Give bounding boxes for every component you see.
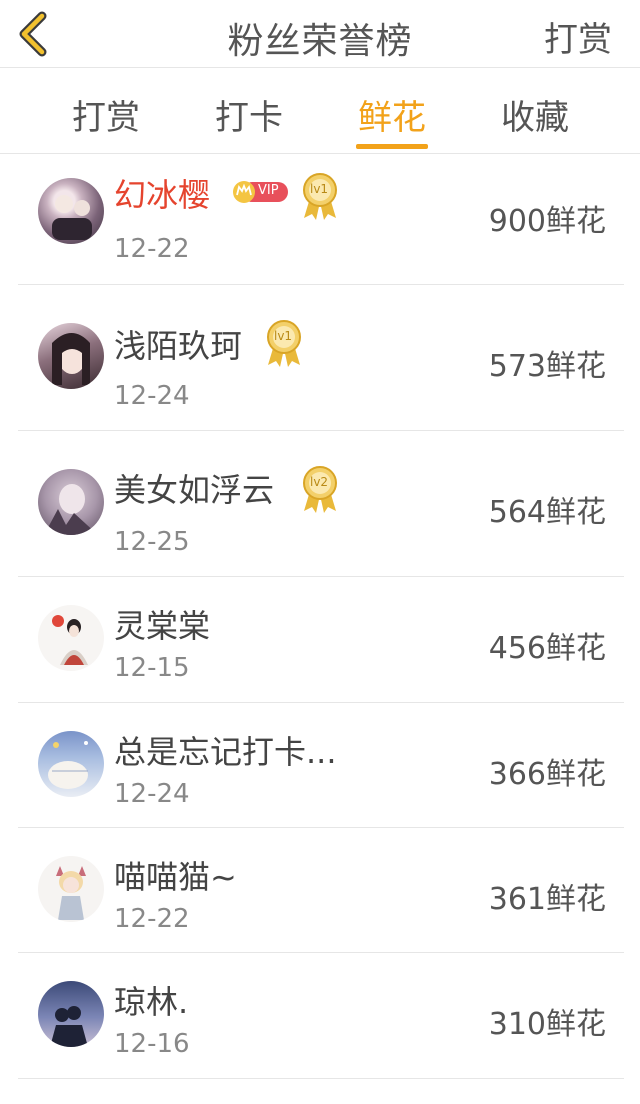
level-label: lv1 [310,182,329,196]
tab-bar: 打赏 打卡 鲜花 收藏 [0,68,640,154]
vip-label: VIP [258,183,279,198]
flower-count: 310鲜花 [488,1007,606,1042]
user-name[interactable]: 美女如浮云 [114,465,274,511]
level-medal: lv2 [300,465,340,519]
avatar [38,856,104,922]
date-label: 12-22 [114,904,190,934]
list-item[interactable]: 灵棠棠 12-15 456鲜花 [0,577,640,703]
user-name[interactable]: 总是忘记打卡... [114,727,337,773]
date-label: 12-22 [114,234,190,264]
user-name[interactable]: 琼林. [114,977,188,1023]
avatar [38,605,104,671]
date-label: 12-25 [114,527,190,557]
avatar [38,323,104,389]
level-label: lv2 [310,475,329,489]
divider [18,1078,624,1079]
reward-button[interactable]: 打赏 [544,12,612,61]
vip-badge: VIP [232,180,290,208]
level-label: lv1 [274,329,293,343]
avatar [38,178,104,244]
level-medal: lv1 [264,319,304,373]
flower-count: 573鲜花 [488,349,606,384]
list-item[interactable]: 美女如浮云 lv2 12-25 564鲜花 [0,431,640,577]
list-item[interactable]: 喵喵猫~ 12-22 361鲜花 [0,828,640,953]
user-name[interactable]: 灵棠棠 [114,601,210,647]
list-item[interactable]: 浅陌玖珂 lv1 12-24 573鲜花 [0,285,640,431]
tab-reward[interactable]: 打赏 [46,90,166,139]
avatar [38,731,104,797]
tab-flowers[interactable]: 鲜花 [332,90,452,139]
flower-count: 564鲜花 [488,495,606,530]
top-bar: 粉丝荣誉榜 打赏 [0,0,640,68]
level-medal: lv1 [300,172,340,226]
tab-checkin[interactable]: 打卡 [189,90,309,139]
list-item[interactable]: 总是忘记打卡... 12-24 366鲜花 [0,703,640,828]
date-label: 12-24 [114,381,190,411]
list-item[interactable]: 幻冰樱 VIP lv1 12-22 900鲜花 [0,154,640,285]
flower-count: 900鲜花 [488,204,606,239]
medal-ribbon-icon [303,466,337,513]
active-tab-indicator [356,144,428,149]
date-label: 12-24 [114,779,190,809]
medal-ribbon-icon [303,173,337,220]
user-name[interactable]: 幻冰樱 [114,170,210,216]
user-name[interactable]: 浅陌玖珂 [114,321,242,367]
avatar [38,469,104,535]
list-item[interactable]: 琼林. 12-16 310鲜花 [0,953,640,1079]
date-label: 12-15 [114,653,190,683]
flower-count: 456鲜花 [488,631,606,666]
flower-count: 361鲜花 [488,882,606,917]
avatar [38,981,104,1047]
date-label: 12-16 [114,1029,190,1059]
flower-count: 366鲜花 [488,757,606,792]
tab-favorites[interactable]: 收藏 [475,90,595,139]
user-name[interactable]: 喵喵猫~ [114,852,237,898]
medal-ribbon-icon [267,320,301,367]
